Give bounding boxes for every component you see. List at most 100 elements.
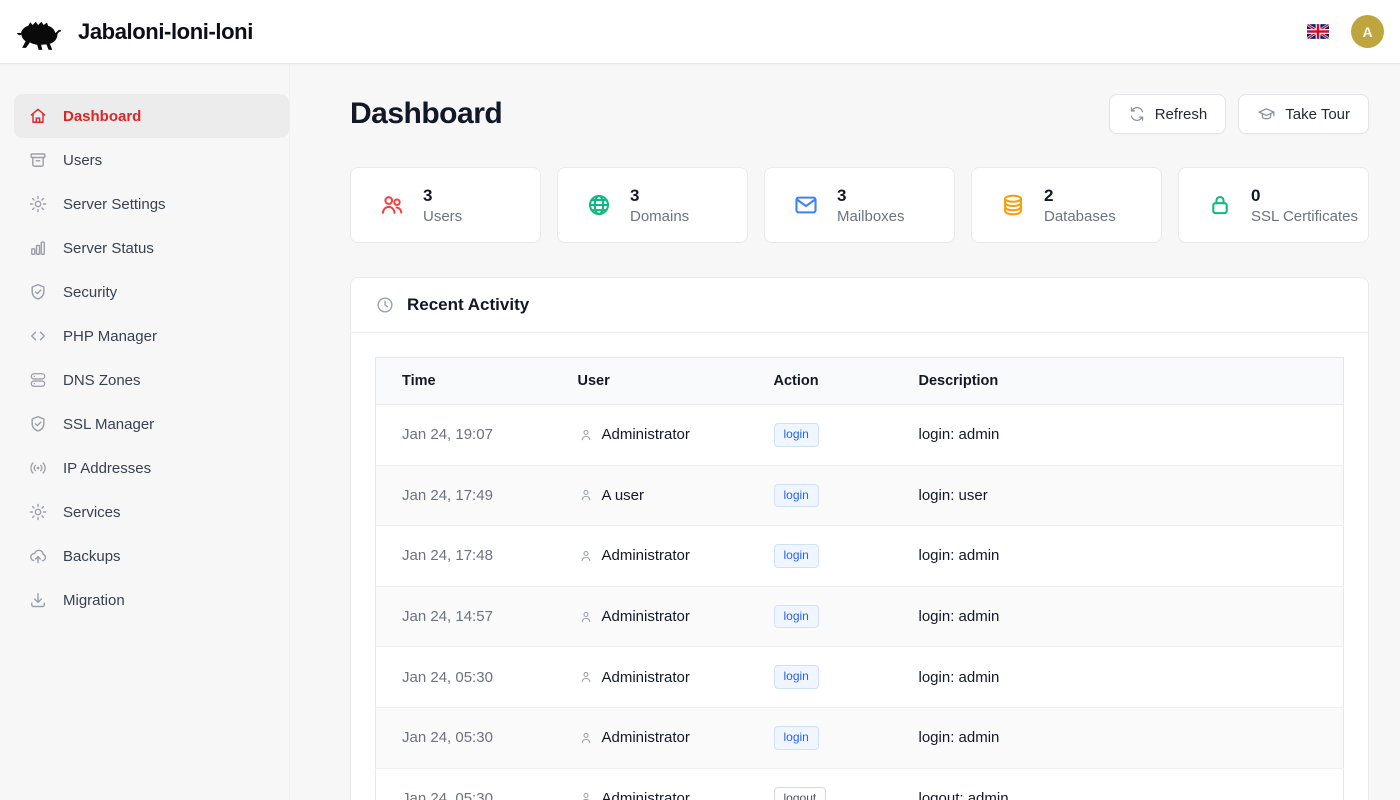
uk-flag-icon[interactable] [1307,24,1329,39]
cloud-upload-icon [28,546,48,566]
broadcast-icon [28,458,48,478]
lock-icon [1207,192,1233,218]
sidebar-item-label: Migration [63,592,125,609]
activity-description: login: user [893,465,1344,526]
table-row: Jan 24, 05:30 Administrator logout logou… [376,768,1344,800]
sidebar-item-label: Server Status [63,240,154,257]
main-content: Dashboard Refresh Take Tour 3 Users [290,64,1400,800]
stat-label: Mailboxes [837,208,905,225]
table-row: Jan 24, 19:07 Administrator login login:… [376,405,1344,466]
action-badge: login [774,726,819,750]
activity-user: Administrator [602,790,690,800]
activity-user: Administrator [602,547,690,564]
stat-cards: 3 Users 3 Domains 3 Mailboxes 2 Database… [350,167,1369,243]
action-badge: logout [774,787,827,800]
activity-user: Administrator [602,426,690,443]
stat-card-databases[interactable]: 2 Databases [971,167,1162,243]
brand[interactable]: Jabaloni-loni-loni [14,12,253,52]
column-header-description: Description [893,358,1344,405]
stat-card-mailboxes[interactable]: 3 Mailboxes [764,167,955,243]
sidebar-item-label: SSL Manager [63,416,154,433]
stat-value: 3 [423,185,462,208]
user-avatar[interactable]: A [1351,15,1384,48]
activity-description: login: admin [893,707,1344,768]
sidebar-item-security[interactable]: Security [14,270,289,314]
column-header-user: User [552,358,748,405]
stat-label: SSL Certificates [1251,208,1358,225]
activity-time: Jan 24, 17:49 [376,465,552,526]
person-icon [578,669,594,685]
person-icon [578,548,594,564]
sidebar-item-label: IP Addresses [63,460,151,477]
activity-description: login: admin [893,647,1344,708]
sidebar-item-server-status[interactable]: Server Status [14,226,289,270]
table-row: Jan 24, 05:30 Administrator login login:… [376,647,1344,708]
clock-icon [375,295,395,315]
shield-check-icon [28,282,48,302]
column-header-time: Time [376,358,552,405]
activity-time: Jan 24, 17:48 [376,526,552,587]
bar-chart-icon [28,238,48,258]
person-icon [578,609,594,625]
activity-time: Jan 24, 05:30 [376,647,552,708]
stat-label: Domains [630,208,689,225]
sidebar-item-dashboard[interactable]: Dashboard [14,94,289,138]
person-icon [578,487,594,503]
sidebar-item-dns-zones[interactable]: DNS Zones [14,358,289,402]
sidebar-item-server-settings[interactable]: Server Settings [14,182,289,226]
stat-value: 3 [630,185,689,208]
recent-activity-card: Recent Activity Time User Action Descrip… [350,277,1369,800]
activity-description: login: admin [893,526,1344,587]
activity-time: Jan 24, 05:30 [376,707,552,768]
home-icon [28,106,48,126]
activity-description: logout: admin [893,768,1344,800]
sidebar-item-label: Users [63,152,102,169]
person-icon [578,730,594,746]
person-icon [578,427,594,443]
page-title: Dashboard [350,97,502,131]
graduation-cap-icon [1257,105,1276,124]
database-icon [1000,192,1026,218]
stat-label: Databases [1044,208,1116,225]
activity-user: Administrator [602,608,690,625]
sidebar-item-label: DNS Zones [63,372,141,389]
column-header-action: Action [748,358,893,405]
stat-value: 0 [1251,185,1358,208]
refresh-icon [1128,105,1146,123]
action-badge: login [774,423,819,447]
activity-description: login: admin [893,586,1344,647]
person-icon [578,790,594,800]
sidebar-item-label: Server Settings [63,196,166,213]
activity-time: Jan 24, 14:57 [376,586,552,647]
sidebar-item-label: PHP Manager [63,328,157,345]
stat-card-users[interactable]: 3 Users [350,167,541,243]
activity-time: Jan 24, 05:30 [376,768,552,800]
sidebar-item-label: Backups [63,548,121,565]
sidebar-item-backups[interactable]: Backups [14,534,289,578]
activity-table: Time User Action Description Jan 24, 19:… [375,357,1344,800]
sidebar: Dashboard Users Server Settings Server S… [0,64,290,800]
table-row: Jan 24, 14:57 Administrator login login:… [376,586,1344,647]
sidebar-item-services[interactable]: Services [14,490,289,534]
take-tour-button[interactable]: Take Tour [1238,94,1369,134]
download-icon [28,590,48,610]
sidebar-item-users[interactable]: Users [14,138,289,182]
users-icon [379,192,405,218]
stat-label: Users [423,208,462,225]
sidebar-item-migration[interactable]: Migration [14,578,289,622]
table-row: Jan 24, 17:48 Administrator login login:… [376,526,1344,587]
sidebar-item-ssl-manager[interactable]: SSL Manager [14,402,289,446]
stat-card-ssl-certificates[interactable]: 0 SSL Certificates [1178,167,1369,243]
table-row: Jan 24, 05:30 Administrator login login:… [376,707,1344,768]
action-badge: login [774,605,819,629]
stat-card-domains[interactable]: 3 Domains [557,167,748,243]
gear-icon [28,502,48,522]
activity-user: Administrator [602,669,690,686]
sidebar-item-ip-addresses[interactable]: IP Addresses [14,446,289,490]
refresh-button[interactable]: Refresh [1109,94,1227,134]
activity-description: login: admin [893,405,1344,466]
sidebar-item-php-manager[interactable]: PHP Manager [14,314,289,358]
sidebar-item-label: Services [63,504,121,521]
stat-value: 3 [837,185,905,208]
top-bar: Jabaloni-loni-loni A [0,0,1400,64]
